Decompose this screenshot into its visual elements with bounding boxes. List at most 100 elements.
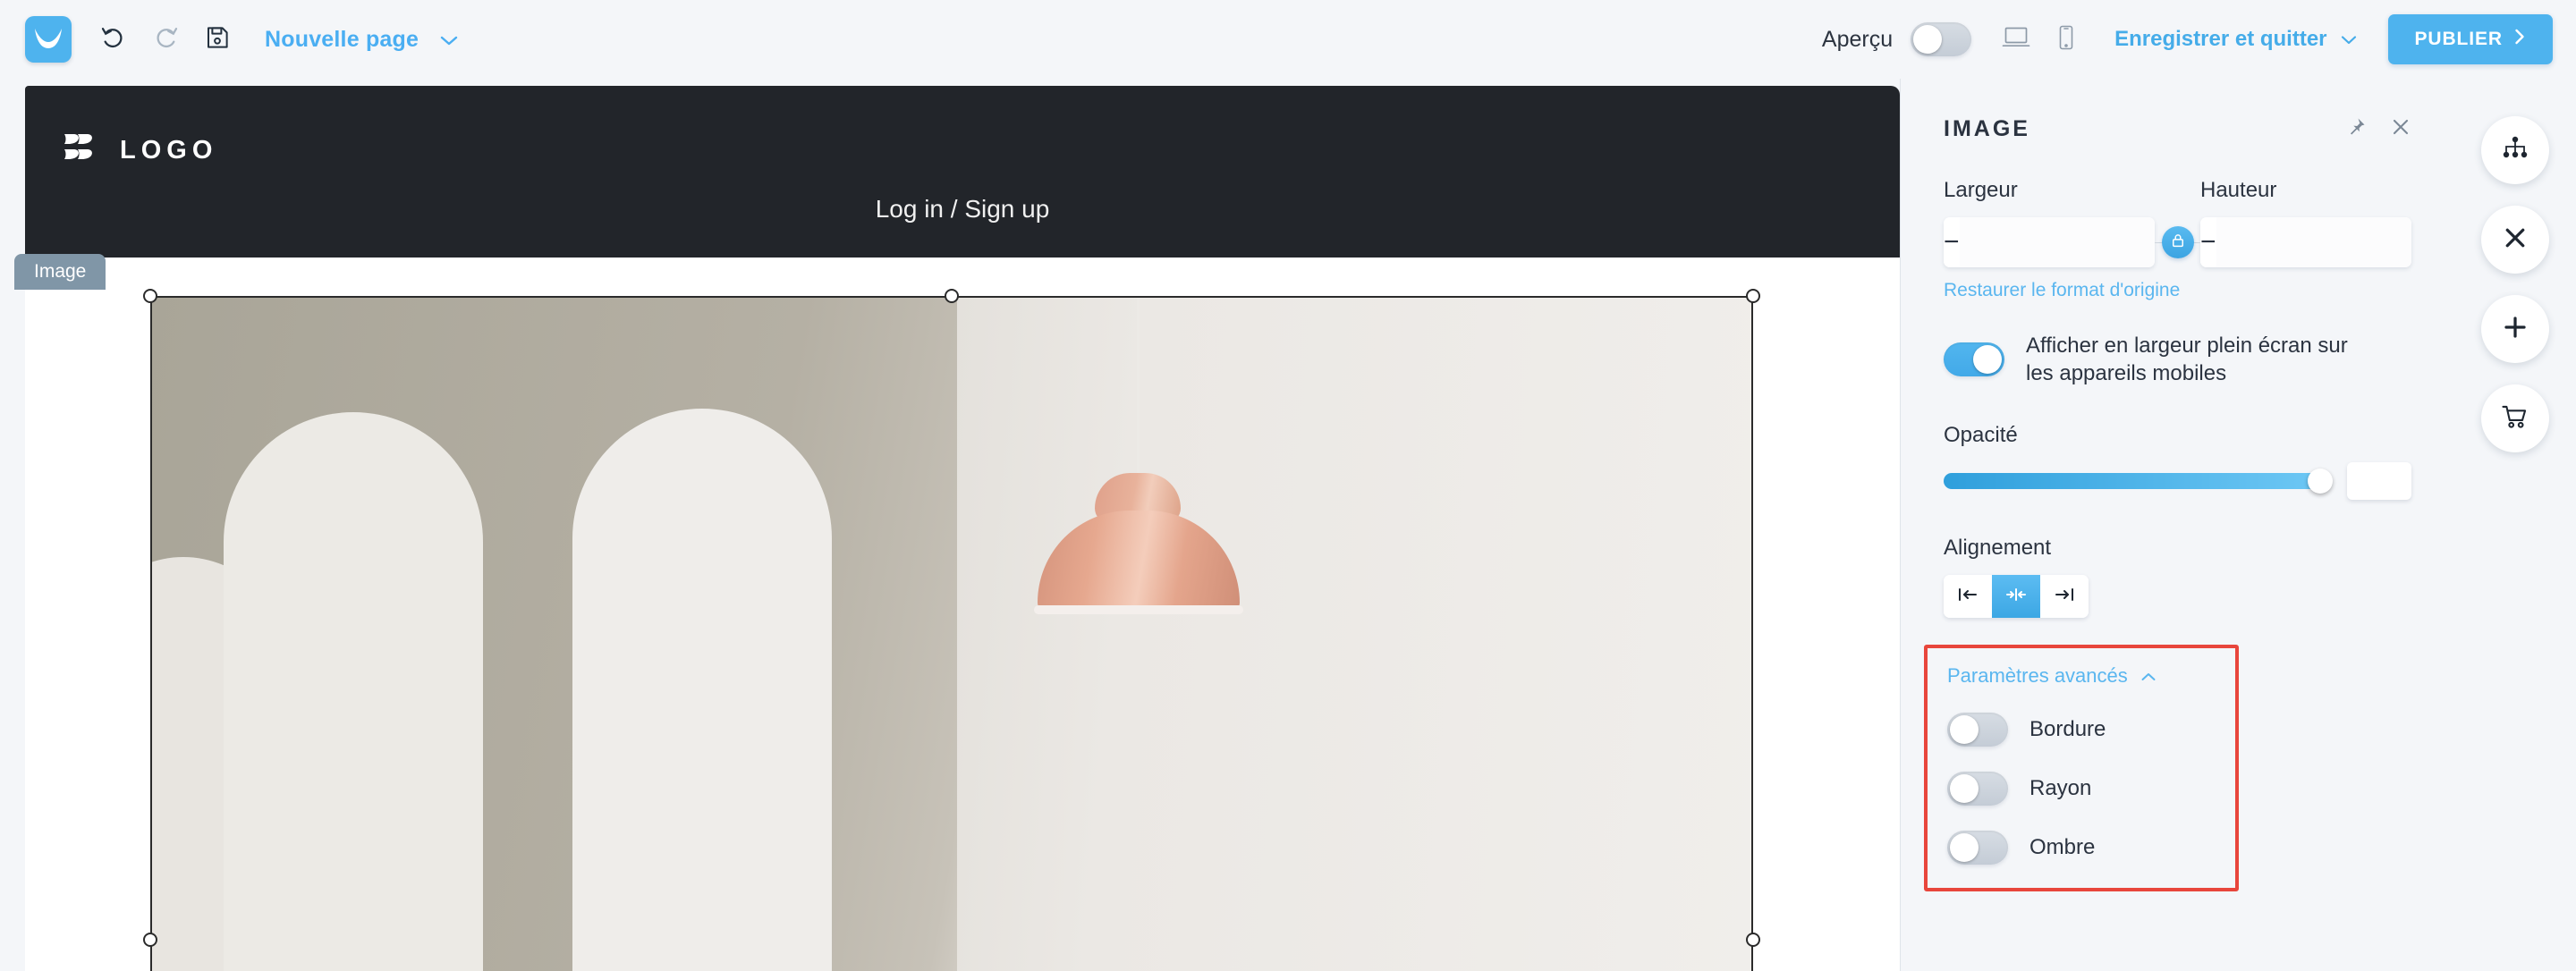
alignment-label: Alignement	[1944, 536, 2052, 561]
fullwidth-mobile-row: Afficher en largeur plein écran sur les …	[1944, 332, 2411, 387]
mobile-view-button[interactable]	[2041, 14, 2091, 64]
advanced-row-rayon: Rayon	[1947, 772, 2216, 806]
lock-aspect-ratio-icon	[2170, 232, 2186, 253]
selected-image-element[interactable]	[150, 296, 1753, 971]
height-field-group: Hauteur − +	[2200, 178, 2411, 267]
image-right-wall	[957, 298, 1751, 971]
align-right-icon	[2053, 587, 2076, 607]
desktop-monitor-icon	[2001, 25, 2031, 55]
align-left-button[interactable]	[1944, 575, 1992, 619]
opacity-slider[interactable]	[1944, 469, 2333, 494]
lock-aspect-ratio-button[interactable]	[2161, 226, 2194, 258]
fullwidth-mobile-toggle[interactable]	[1944, 342, 2004, 377]
app-logo-smile-icon	[33, 27, 64, 52]
right-action-rail	[2454, 79, 2576, 971]
selected-element-tag: Image	[14, 254, 106, 290]
resize-handle-bottom-left[interactable]	[143, 933, 157, 947]
toggle-knob	[1913, 25, 1943, 54]
app-logo-button[interactable]	[25, 16, 72, 63]
align-right-button[interactable]	[2040, 575, 2089, 619]
resize-handle-top-right[interactable]	[1746, 289, 1760, 303]
rayon-toggle[interactable]	[1947, 772, 2008, 806]
height-minus-icon[interactable]: −	[2200, 217, 2216, 267]
page-name-selector[interactable]: Nouvelle page	[265, 27, 459, 53]
save-button[interactable]	[191, 13, 243, 65]
bordure-label: Bordure	[2029, 717, 2106, 742]
add-button[interactable]	[2481, 295, 2549, 363]
redo-button[interactable]	[140, 13, 191, 65]
mobile-phone-icon	[2057, 24, 2075, 55]
page-name-label: Nouvelle page	[265, 26, 419, 52]
pin-icon[interactable]	[2345, 116, 2367, 142]
sitemap-button[interactable]	[2481, 116, 2549, 184]
image-arch-2	[224, 412, 483, 971]
width-stepper[interactable]: − +	[1944, 217, 2155, 267]
width-input[interactable]	[1959, 217, 2155, 267]
rayon-label: Rayon	[2029, 776, 2092, 801]
advanced-settings-section: Paramètres avancés Bordure Rayon Ombre	[1924, 645, 2239, 892]
fullwidth-mobile-label: Afficher en largeur plein écran sur les …	[2026, 334, 2348, 386]
alignment-button-group	[1944, 575, 2089, 619]
align-center-button[interactable]	[1992, 575, 2040, 619]
undo-icon	[99, 23, 128, 56]
align-left-icon	[1956, 587, 1979, 607]
restore-original-format-link[interactable]: Restaurer le format d'origine	[1944, 280, 2411, 301]
height-input[interactable]	[2216, 217, 2411, 267]
publish-label: PUBLIER	[2414, 29, 2503, 49]
opacity-input[interactable]	[2347, 462, 2411, 501]
close-button[interactable]	[2481, 206, 2549, 274]
advanced-settings-label: Paramètres avancés	[1947, 664, 2128, 688]
close-x-icon	[2502, 224, 2529, 256]
page-canvas[interactable]: LOGO Log in / Sign up Image	[0, 79, 1900, 971]
toggle-knob	[1950, 833, 1979, 863]
site-header-nav-link[interactable]: Log in / Sign up	[25, 195, 1900, 224]
desktop-view-button[interactable]	[1991, 14, 2041, 64]
double-b-logo-icon	[61, 129, 100, 173]
panel-title: IMAGE	[1944, 116, 2030, 141]
save-and-quit-label: Enregistrer et quitter	[2114, 27, 2327, 51]
image-lamp-cord	[1137, 298, 1140, 477]
chevron-down-icon	[2340, 27, 2358, 52]
panel-header-actions	[2345, 116, 2411, 142]
preview-label: Aperçu	[1821, 26, 1894, 52]
bordure-toggle[interactable]	[1947, 713, 2008, 747]
image-settings-panel: IMAGE Largeur − +	[1900, 79, 2454, 971]
save-and-quit-button[interactable]: Enregistrer et quitter	[2114, 27, 2357, 52]
cart-button[interactable]	[2481, 384, 2549, 452]
site-header-section[interactable]: LOGO Log in / Sign up	[25, 86, 1900, 258]
ombre-label: Ombre	[2029, 835, 2096, 860]
chevron-up-icon	[2140, 664, 2157, 688]
close-x-icon[interactable]	[2390, 116, 2411, 142]
image-arch-3	[572, 409, 832, 971]
preview-toggle[interactable]	[1911, 22, 1972, 56]
align-center-icon	[2004, 587, 2028, 607]
chevron-right-icon	[2513, 28, 2526, 51]
sitemap-icon	[2501, 135, 2529, 166]
chevron-down-icon	[439, 34, 459, 46]
height-stepper[interactable]: − +	[2200, 217, 2411, 267]
redo-icon	[151, 23, 180, 56]
publish-button[interactable]: PUBLIER	[2387, 14, 2553, 64]
advanced-row-ombre: Ombre	[1947, 831, 2216, 865]
advanced-row-bordure: Bordure	[1947, 713, 2216, 747]
width-label: Largeur	[1944, 178, 2018, 202]
opacity-slider-knob[interactable]	[2308, 469, 2333, 494]
width-minus-icon[interactable]: −	[1944, 217, 1960, 267]
site-brand[interactable]: LOGO	[61, 129, 217, 173]
save-floppy-icon	[204, 24, 231, 55]
resize-handle-top-center[interactable]	[945, 289, 959, 303]
top-toolbar: Nouvelle page Aperçu Enregistrer et quit…	[0, 0, 2576, 79]
resize-handle-top-left[interactable]	[143, 289, 157, 303]
toolbar-left-group: Nouvelle page	[0, 13, 459, 65]
shopping-cart-icon	[2501, 403, 2529, 435]
toggle-knob	[1950, 774, 1979, 804]
height-label: Hauteur	[2200, 178, 2277, 202]
advanced-settings-toggle[interactable]: Paramètres avancés	[1947, 664, 2216, 688]
dimensions-row: Largeur − + Hauteur −	[1944, 178, 2411, 267]
toggle-knob	[1973, 345, 2002, 375]
plus-icon	[2502, 314, 2529, 345]
panel-header: IMAGE	[1944, 79, 2411, 142]
undo-button[interactable]	[88, 13, 140, 65]
resize-handle-bottom-right[interactable]	[1746, 933, 1760, 947]
ombre-toggle[interactable]	[1947, 831, 2008, 865]
